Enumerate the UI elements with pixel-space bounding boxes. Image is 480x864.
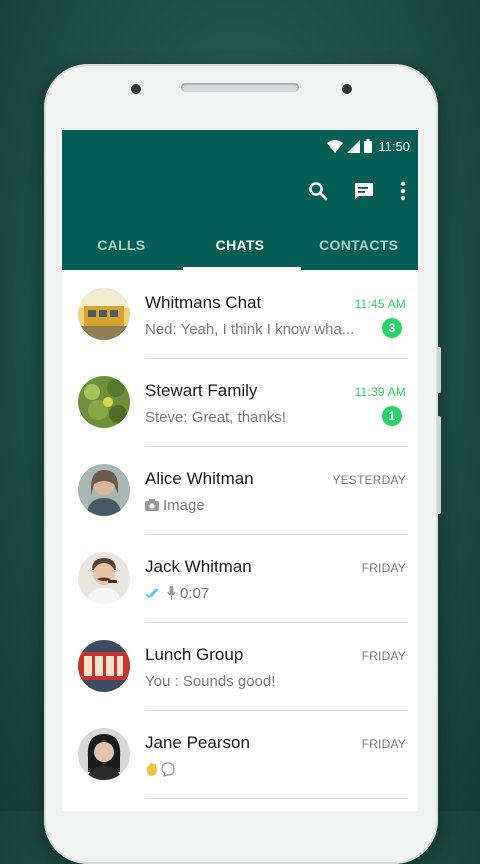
proximity-sensor: [342, 84, 352, 94]
chat-preview: Ned: Yeah, I think I know wha...: [145, 321, 354, 338]
earpiece-speaker: [181, 83, 299, 92]
side-button-volume-up: [437, 347, 441, 393]
chat-name: Alice Whitman: [145, 468, 254, 488]
more-vert-icon[interactable]: [400, 181, 406, 201]
tab-contacts[interactable]: CONTACTS: [299, 220, 418, 270]
search-icon[interactable]: [308, 181, 328, 201]
camera-icon: [145, 499, 159, 511]
unread-badge: 3: [382, 317, 402, 338]
avatar: [78, 552, 130, 604]
chat-time: FRIDAY: [361, 648, 406, 663]
battery-icon: [364, 139, 373, 153]
chat-row-jane-pearson[interactable]: Jane Pearson FRIDAY: [62, 710, 418, 799]
screen: 11:50 CALLS CHATS CONTACTS Whitmans Chat…: [62, 130, 418, 811]
chat-preview-text: Image: [163, 496, 205, 514]
chat-time: 11:45 AM: [354, 296, 406, 311]
voice-note-icon: [167, 586, 176, 600]
front-camera: [131, 84, 141, 94]
tab-chats[interactable]: CHATS: [181, 220, 300, 270]
tab-calls[interactable]: CALLS: [62, 220, 181, 270]
chat-preview: [145, 761, 179, 777]
avatar: [78, 640, 130, 692]
status-time: 11:50: [378, 138, 410, 154]
avatar: [78, 464, 130, 516]
chat-row-lunch-group[interactable]: Lunch Group FRIDAY You : Sounds good!: [62, 622, 418, 711]
chat-list: Whitmans Chat 11:45 AM Ned: Yeah, I thin…: [62, 270, 418, 799]
emoji-icon: [147, 761, 175, 777]
chat-row-content: Lunch Group FRIDAY You : Sounds good!: [145, 622, 408, 711]
chat-time: FRIDAY: [361, 736, 406, 751]
chat-preview: You : Sounds good!: [145, 673, 275, 690]
chat-row-jack-whitman[interactable]: Jack Whitman FRIDAY 0:07: [62, 534, 418, 623]
chat-name: Whitmans Chat: [145, 292, 262, 312]
chat-name: Stewart Family: [145, 380, 258, 400]
new-chat-icon[interactable]: [354, 182, 374, 200]
chat-preview: 0:07: [145, 585, 209, 602]
signal-icon: [347, 139, 361, 153]
chat-row-content: Jack Whitman FRIDAY 0:07: [145, 534, 408, 623]
chat-preview-text: Steve: Great, thanks!: [145, 408, 286, 426]
chat-row-stewart-family[interactable]: Stewart Family 11:39 AM Steve: Great, th…: [62, 358, 418, 447]
chat-row-alice-whitman[interactable]: Alice Whitman YESTERDAY Image: [62, 446, 418, 535]
chat-time: 11:39 AM: [354, 384, 406, 399]
avatar: [78, 376, 130, 428]
wifi-icon: [327, 139, 344, 153]
status-icons: [327, 139, 373, 153]
chat-row-content: Jane Pearson FRIDAY: [145, 710, 408, 799]
tab-bar: CALLS CHATS CONTACTS: [62, 220, 418, 270]
chat-row-content: Whitmans Chat 11:45 AM Ned: Yeah, I thin…: [145, 270, 408, 359]
chat-row-content: Alice Whitman YESTERDAY Image: [145, 446, 408, 535]
chat-name: Jane Pearson: [145, 732, 250, 752]
status-bar: 11:50: [62, 130, 418, 162]
chat-preview: Steve: Great, thanks!: [145, 409, 286, 426]
chat-time: YESTERDAY: [332, 472, 406, 487]
chat-preview: Image: [145, 497, 205, 514]
chat-row-content: Stewart Family 11:39 AM Steve: Great, th…: [145, 358, 408, 447]
chat-name: Lunch Group: [145, 644, 244, 664]
chat-time: FRIDAY: [361, 560, 406, 575]
chat-row-whitmans-chat[interactable]: Whitmans Chat 11:45 AM Ned: Yeah, I thin…: [62, 270, 418, 359]
side-button-volume-down: [437, 416, 441, 514]
avatar: [78, 288, 130, 340]
chat-name: Jack Whitman: [145, 556, 252, 576]
chat-preview-text: 0:07: [180, 584, 210, 602]
chat-preview-text: You : Sounds good!: [145, 672, 276, 690]
unread-badge: 1: [382, 405, 402, 426]
avatar: [78, 728, 130, 780]
double-check-icon: [145, 587, 159, 598]
chat-preview-text: Ned: Yeah, I think I know wha...: [145, 320, 355, 338]
app-bar: [62, 162, 418, 220]
